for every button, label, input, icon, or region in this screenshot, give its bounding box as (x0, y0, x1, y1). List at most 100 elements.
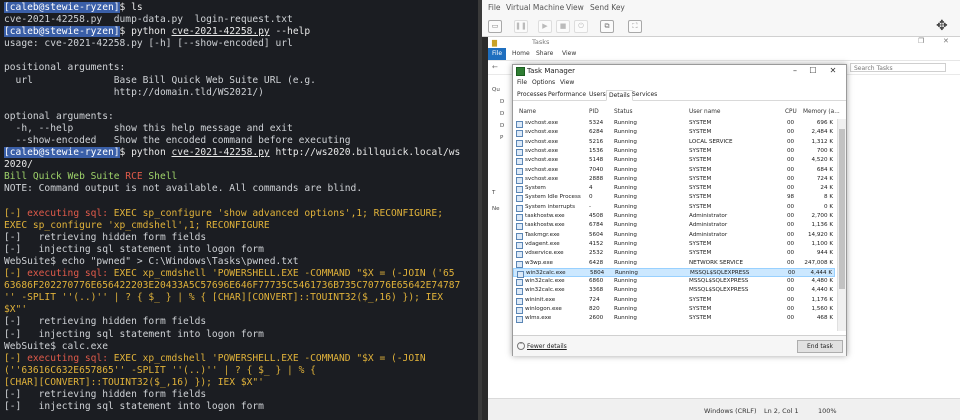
snapshot-icon[interactable]: ⧉ (600, 20, 614, 33)
ribbon-share[interactable]: Share (536, 50, 553, 57)
process-row[interactable]: winlogon.exe 820 Running SYSTEM 00 1,560 K (513, 305, 835, 314)
process-row[interactable]: taskhostw.exe 6784 Running Administrator 00 1… (513, 221, 835, 231)
terminal-window[interactable]: [caleb@stewie-ryzen]$ ls cve-2021-42258.p… (0, 0, 478, 420)
play-icon[interactable]: ▶ (538, 20, 552, 33)
terminal-line: EXEC sp_configure 'xp_cmdshell',1; RECON… (4, 220, 474, 232)
terminal-line: 63686F202270776E656422203E20433A5C57696E… (4, 280, 474, 292)
tab-processes[interactable]: Processes (515, 90, 549, 99)
terminal-text: [-] retrieving hidden form fields (4, 389, 207, 400)
col-memory[interactable]: Memory (a... (803, 109, 840, 115)
back-arrow-icon[interactable]: ← (492, 63, 498, 71)
power-icon[interactable]: ⏻ (574, 20, 588, 33)
details-scrollbar[interactable] (837, 119, 846, 331)
ribbon-home[interactable]: Home (512, 50, 530, 57)
stop-icon[interactable]: ■ (556, 20, 570, 33)
process-user: SYSTEM (689, 306, 712, 312)
process-row[interactable]: w3wp.exe 6428 Running NETWORK SERVICE 00 247,… (513, 259, 835, 268)
col-status[interactable]: Status (614, 109, 632, 115)
process-icon (516, 139, 523, 147)
tm-menu-view[interactable]: View (560, 79, 574, 86)
nav-item[interactable]: D (500, 99, 504, 105)
process-row[interactable]: svchost.exe 1536 Running SYSTEM 00 700 K (513, 147, 835, 156)
explorer-search-input[interactable]: Search Tasks (850, 63, 946, 72)
col-pid[interactable]: PID (589, 109, 599, 115)
process-row[interactable]: System Idle Process 0 Running SYSTEM 98 8 K (513, 193, 835, 203)
col-cpu[interactable]: CPU (785, 109, 797, 115)
maximize-icon[interactable]: ☐ (807, 66, 819, 75)
col-name[interactable]: Name (519, 109, 536, 115)
terminal-line: [caleb@stewie-ryzen]$ python cve-2021-42… (4, 26, 474, 38)
process-row[interactable]: wlms.exe 2600 Running SYSTEM 00 468 K (513, 314, 835, 324)
terminal-line: [-] executing sql: EXEC xp_cmdshell 'POW… (4, 353, 474, 365)
process-user: Administrator (689, 213, 728, 219)
col-user-name[interactable]: User name (689, 109, 721, 115)
process-row[interactable]: vdservice.exe 2532 Running SYSTEM 00 944 K (513, 249, 835, 259)
process-row[interactable]: svchost.exe 6284 Running SYSTEM 00 2,484 K (513, 128, 835, 138)
process-status: Running (614, 278, 637, 285)
process-cpu: 00 (787, 278, 795, 285)
process-row[interactable]: svchost.exe 7040 Running SYSTEM 00 684 K (513, 166, 835, 175)
process-row[interactable]: svchost.exe 5324 Running SYSTEM 00 696 K (513, 119, 835, 128)
process-name: win32calc.exe (525, 287, 565, 294)
close-icon[interactable]: ✕ (827, 66, 839, 75)
ribbon-view[interactable]: View (562, 50, 576, 57)
tm-menu-file[interactable]: File (517, 79, 527, 86)
nav-quick-access[interactable]: Qu (492, 87, 500, 93)
tab-services[interactable]: Services (630, 90, 659, 99)
terminal-line: [CHAR][CONVERT]::TOUINT32($_,16) }); IEX… (4, 377, 474, 389)
ribbon-file[interactable]: File (488, 48, 506, 60)
minimize-icon[interactable]: – (789, 66, 801, 75)
folder-icon: ▇ (492, 39, 497, 47)
process-pid: 6860 (589, 278, 604, 285)
restore-icon[interactable]: ❐ (918, 37, 924, 45)
fullscreen-icon[interactable]: ⛶ (628, 20, 642, 33)
terminal-line: [-] injecting sql statement into logon f… (4, 329, 474, 341)
tm-menu-options[interactable]: Options (532, 79, 555, 86)
pause-icon[interactable]: ❚❚ (514, 20, 528, 33)
tab-performance[interactable]: Performance (546, 90, 588, 99)
vm-menu-virtual-machine[interactable]: Virtual Machine (506, 3, 564, 12)
vm-menu-file[interactable]: File (488, 3, 501, 12)
task-manager-footer: ˄ Fewer details End task (513, 335, 846, 356)
terminal-line: Bill Quick Web Suite RCE Shell (4, 171, 474, 183)
fewer-details-link[interactable]: Fewer details (527, 343, 567, 350)
terminal-line: -h, --help show this help message and ex… (4, 123, 474, 135)
process-row[interactable]: svchost.exe 2888 Running SYSTEM 00 724 K (513, 175, 835, 184)
process-row[interactable]: win32calc.exe 6860 Running MSSQL$SQLEXPRESS… (513, 277, 835, 287)
end-task-button[interactable]: End task (797, 340, 843, 353)
process-user: SYSTEM (689, 194, 712, 201)
chevron-up-icon[interactable]: ˄ (517, 342, 525, 350)
nav-item[interactable]: D (500, 123, 504, 129)
process-row[interactable]: svchost.exe 5148 Running SYSTEM 00 4,520 K (513, 156, 835, 166)
nav-item[interactable]: D (500, 111, 504, 117)
tab-details[interactable]: Details (606, 90, 633, 101)
process-cpu: 98 (787, 194, 795, 201)
process-icon (516, 186, 523, 194)
nav-this-pc[interactable]: T (492, 190, 495, 196)
process-cpu: 00 (787, 175, 795, 182)
process-cpu: 00 (787, 120, 795, 126)
vm-menu-view[interactable]: View (566, 3, 584, 12)
process-row[interactable]: taskhostw.exe 4508 Running Administrator 00 2… (513, 212, 835, 221)
tab-users[interactable]: Users (587, 90, 608, 99)
process-row[interactable]: Taskmgr.exe 5604 Running Administrator 00 14,… (513, 231, 835, 240)
process-pid: 2600 (589, 315, 604, 322)
screen-icon[interactable]: ▭ (488, 20, 502, 33)
move-icon[interactable]: ✥ (936, 18, 948, 34)
vm-menu-send-key[interactable]: Send Key (590, 3, 625, 12)
close-icon[interactable]: ✕ (943, 37, 949, 45)
process-row[interactable]: System interrupts - Running SYSTEM 00 0 K (513, 203, 835, 212)
nav-network[interactable]: Ne (492, 206, 500, 212)
process-row[interactable]: svchost.exe 5216 Running LOCAL SERVICE 00 1,3… (513, 138, 835, 147)
terminal-text: 63686F202270776E656422203E20433A5C57696E… (4, 280, 461, 292)
terminal-line: positional arguments: (4, 62, 474, 74)
process-row[interactable]: vdagent.exe 4152 Running SYSTEM 00 1,100 K (513, 240, 835, 249)
process-row[interactable]: win32calc.exe 5804 Running MSSQL$SQLEXPRESS… (513, 267, 835, 278)
scrollbar-thumb[interactable] (839, 129, 845, 289)
process-pid: 820 (589, 306, 600, 312)
process-row[interactable]: System 4 Running SYSTEM 00 24 K (513, 184, 835, 194)
process-row[interactable]: win32calc.exe 3368 Running MSSQL$SQLEXPRESS… (513, 286, 835, 296)
nav-item[interactable]: P (500, 135, 503, 141)
process-memory: 2,700 K (811, 213, 833, 219)
process-row[interactable]: wininit.exe 724 Running SYSTEM 00 1,176 K (513, 296, 835, 305)
